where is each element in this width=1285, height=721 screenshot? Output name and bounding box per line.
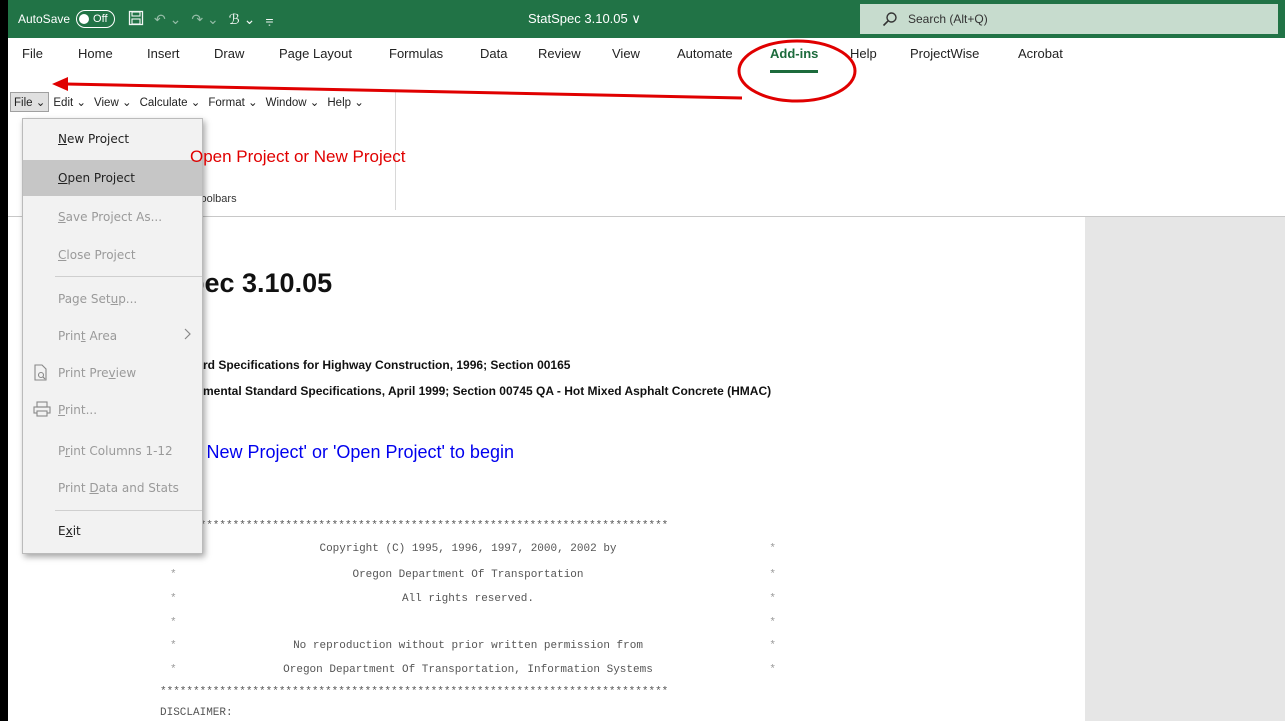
menu-item-open-project[interactable]: Open Project — [23, 160, 202, 196]
menu-item-label: Open Project — [58, 171, 135, 185]
tab-projectwise[interactable]: ProjectWise — [910, 46, 979, 61]
printer-icon — [33, 401, 51, 420]
customize-toolbar-icon[interactable]: ⩦ — [265, 11, 273, 28]
menu-item-exit[interactable]: Exit — [23, 513, 202, 549]
tab-review[interactable]: Review — [538, 46, 581, 61]
menu-item-print-preview[interactable]: Print Preview — [23, 355, 202, 391]
tab-automate[interactable]: Automate — [677, 46, 733, 61]
tab-page-layout[interactable]: Page Layout — [279, 46, 352, 61]
brush-icon[interactable]: ℬ ⌄ — [229, 11, 256, 28]
file-dropdown-menu: New Project Open Project Save Project As… — [22, 118, 203, 554]
star-border-top: ****************************************… — [160, 520, 669, 532]
submenu-arrow-icon — [184, 328, 192, 343]
menu-view[interactable]: View ⌄ — [90, 92, 136, 112]
menu-calculate[interactable]: Calculate ⌄ — [136, 92, 205, 112]
tab-insert[interactable]: Insert — [147, 46, 180, 61]
menu-item-label: Print Data and Stats — [58, 481, 179, 495]
disclaimer-label: DISCLAIMER: — [160, 707, 233, 719]
redo-icon[interactable]: ↷ ⌄ — [191, 11, 218, 28]
sheet-heading: pec 3.10.05 — [188, 268, 333, 298]
tab-file[interactable]: File — [22, 46, 43, 61]
menu-format[interactable]: Format ⌄ — [204, 92, 261, 112]
begin-instruction: > New Project' or 'Open Project' to begi… — [191, 442, 514, 462]
menu-item-label: Print Preview — [58, 366, 137, 380]
menu-item-save-project-as[interactable]: Save Project As... — [23, 199, 202, 235]
ribbon-tabs: File Home Insert Draw Page Layout Formul… — [8, 38, 1285, 82]
tab-help[interactable]: Help — [850, 46, 877, 61]
document-title[interactable]: StatSpec 3.10.05 ∨ — [528, 0, 641, 38]
undo-icon[interactable]: ↶ ⌄ — [154, 11, 181, 28]
gray-side-pane — [1085, 217, 1285, 721]
save-icon[interactable] — [128, 10, 144, 29]
menu-item-label: Close Project — [58, 248, 136, 262]
menu-item-page-setup[interactable]: Page Setup... — [23, 281, 202, 317]
tab-data[interactable]: Data — [480, 46, 507, 61]
menu-item-print-columns[interactable]: Print Columns 1-12 — [23, 433, 202, 469]
search-placeholder: Search (Alt+Q) — [908, 12, 988, 26]
menu-item-label: Print Columns 1-12 — [58, 444, 173, 458]
menu-item-new-project[interactable]: New Project — [23, 121, 202, 157]
menu-divider — [55, 276, 202, 277]
toggle-knob-icon — [79, 14, 90, 24]
menu-file[interactable]: File ⌄ — [10, 92, 50, 112]
spec-line-1: lard Specifications for Highway Construc… — [193, 358, 571, 372]
tab-view[interactable]: View — [612, 46, 640, 61]
title-bar: AutoSave Off ↶ ⌄ ↷ ⌄ ℬ ⌄ ⩦ StatSpec 3.10… — [8, 0, 1285, 38]
search-icon — [882, 12, 897, 27]
spec-line-2: lemental Standard Specifications, April … — [193, 384, 772, 398]
tab-add-ins[interactable]: Add-ins — [770, 46, 819, 73]
star-border-bottom: ****************************************… — [160, 686, 669, 698]
menu-item-print[interactable]: Print... — [23, 392, 202, 428]
annotation-label: Open Project or New Project — [190, 147, 406, 166]
tab-draw[interactable]: Draw — [214, 46, 244, 61]
print-preview-icon — [33, 364, 49, 385]
menu-help[interactable]: Help ⌄ — [323, 92, 367, 112]
menu-item-label: Save Project As... — [58, 210, 163, 224]
menu-window[interactable]: Window ⌄ — [262, 92, 324, 112]
menu-item-close-project[interactable]: Close Project — [23, 237, 202, 273]
tab-acrobat[interactable]: Acrobat — [1018, 46, 1063, 61]
menu-item-label: Print... — [58, 403, 98, 417]
menu-item-print-area[interactable]: Print Area — [23, 318, 202, 354]
excel-window: AutoSave Off ↶ ⌄ ↷ ⌄ ℬ ⌄ ⩦ StatSpec 3.10… — [8, 0, 1285, 721]
menu-item-print-data-and-stats[interactable]: Print Data and Stats — [23, 470, 202, 506]
autosave-control[interactable]: AutoSave Off — [18, 0, 115, 38]
menu-edit[interactable]: Edit ⌄ — [49, 92, 90, 112]
tab-formulas[interactable]: Formulas — [389, 46, 443, 61]
menu-item-label: Page Setup... — [58, 292, 138, 306]
menu-item-label: Print Area — [58, 329, 118, 343]
quick-access-toolbar: ↶ ⌄ ↷ ⌄ ℬ ⌄ ⩦ — [128, 0, 274, 38]
search-box[interactable]: Search (Alt+Q) — [860, 4, 1278, 34]
tab-home[interactable]: Home — [78, 46, 113, 61]
autosave-toggle[interactable]: Off — [76, 10, 115, 28]
addin-menu-bar: File ⌄ Edit ⌄ View ⌄ Calculate ⌄ Format … — [10, 92, 368, 112]
autosave-label: AutoSave — [18, 12, 71, 26]
menu-divider — [55, 510, 202, 511]
autosave-state: Off — [93, 13, 108, 25]
menu-item-label: Exit — [58, 524, 81, 538]
menu-item-label: New Project — [58, 132, 130, 146]
